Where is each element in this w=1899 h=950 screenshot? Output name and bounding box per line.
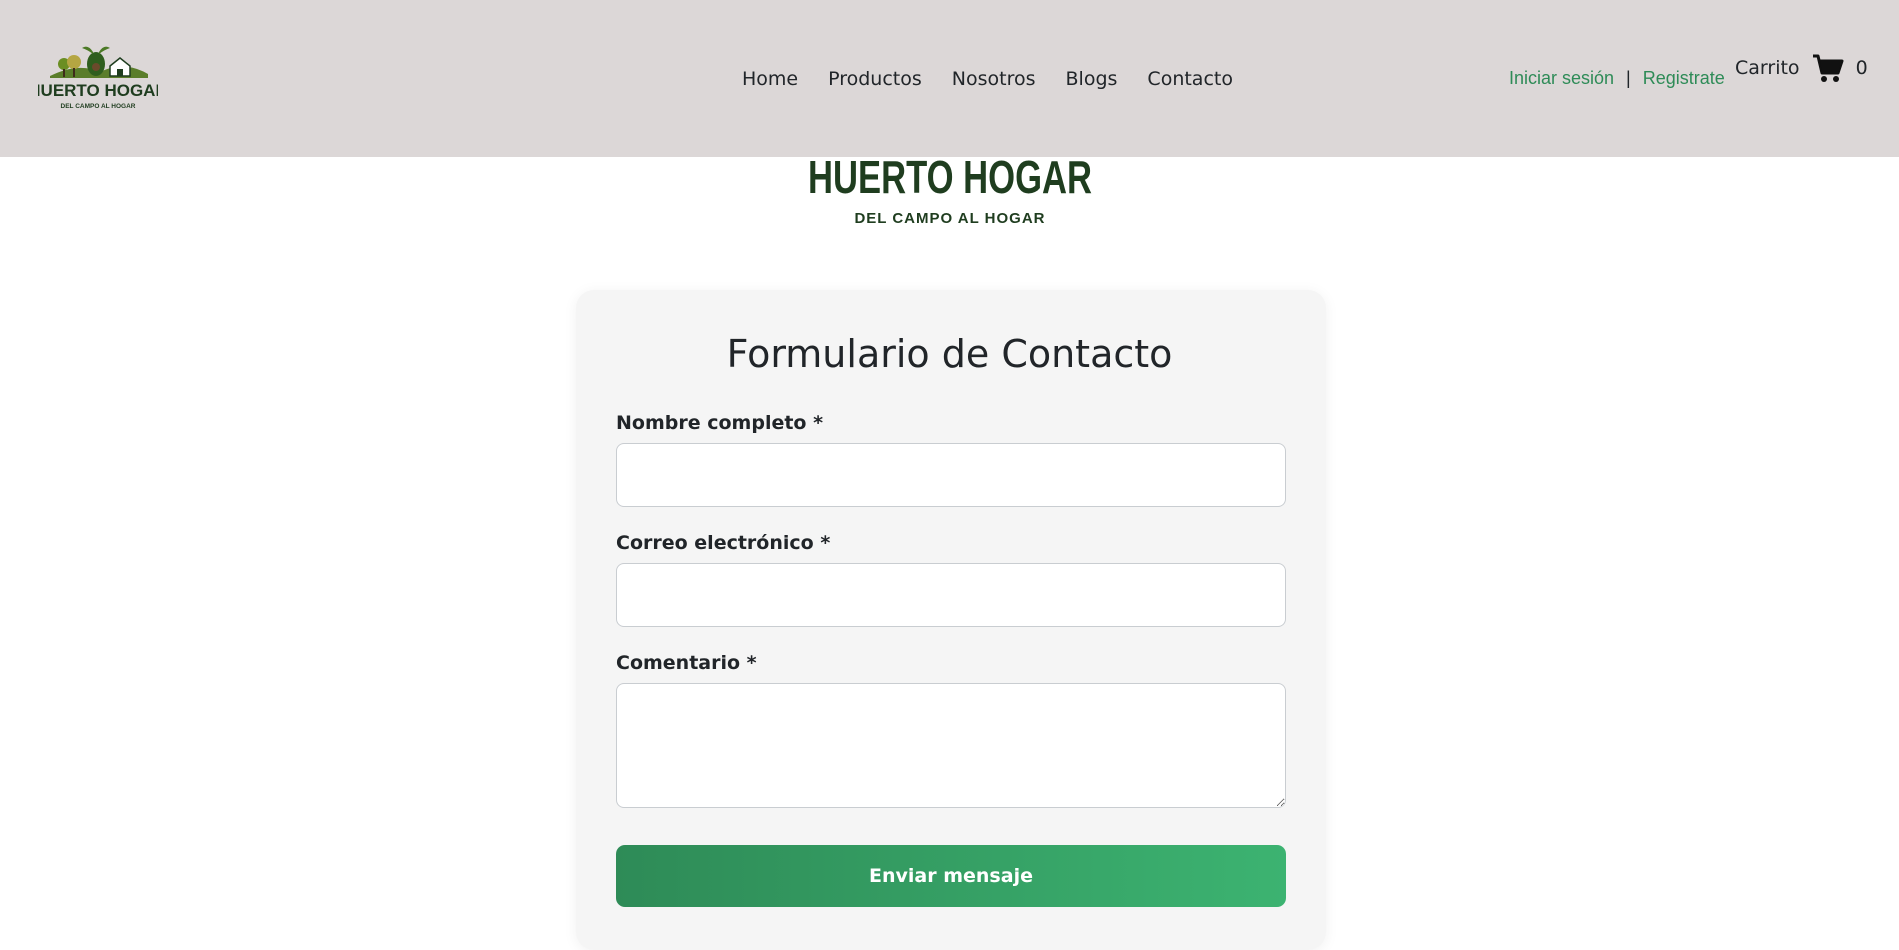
huerto-hogar-logo[interactable]: HUERTO HOGAR DEL CAMPO AL HOGAR [38, 42, 158, 114]
login-link[interactable]: Iniciar sesión [1509, 65, 1614, 91]
hero-logo-tagline: DEL CAMPO AL HOGAR [854, 210, 1045, 227]
nav-link-home[interactable]: Home [742, 66, 798, 92]
comment-label: Comentario * [616, 652, 757, 674]
main-nav: Home Productos Nosotros Blogs Contacto [742, 66, 1263, 92]
nav-logo-tagline: DEL CAMPO AL HOGAR [61, 103, 136, 110]
email-input[interactable] [616, 563, 1286, 627]
form-title: Formulario de Contacto [726, 332, 1173, 376]
name-input[interactable] [616, 443, 1286, 507]
hero-logo: HUERTO HOGAR DEL CAMPO AL HOGAR [808, 157, 1092, 227]
comment-textarea[interactable] [616, 683, 1286, 808]
submit-button[interactable]: Enviar mensaje [616, 845, 1286, 907]
hero-logo-text: HUERTO HOGAR [808, 157, 1092, 203]
nav-link-nosotros[interactable]: Nosotros [952, 66, 1036, 92]
email-label: Correo electrónico * [616, 532, 831, 554]
cart-count: 0 [1855, 57, 1868, 79]
top-navbar: HUERTO HOGAR DEL CAMPO AL HOGAR Home Pro… [0, 0, 1899, 157]
cart-button[interactable]: Carrito 0 [1735, 53, 1868, 83]
name-label: Nombre completo * [616, 412, 824, 434]
nav-link-blogs[interactable]: Blogs [1066, 66, 1118, 92]
register-link[interactable]: Registrate [1643, 65, 1725, 91]
cart-icon [1812, 54, 1844, 82]
auth-separator: | [1626, 68, 1631, 88]
nav-logo-text: HUERTO HOGAR [38, 81, 158, 100]
cart-label: Carrito [1735, 57, 1800, 79]
nav-link-contacto[interactable]: Contacto [1147, 66, 1233, 92]
auth-links: Iniciar sesión | Registrate [1509, 65, 1725, 91]
nav-link-productos[interactable]: Productos [828, 66, 922, 92]
